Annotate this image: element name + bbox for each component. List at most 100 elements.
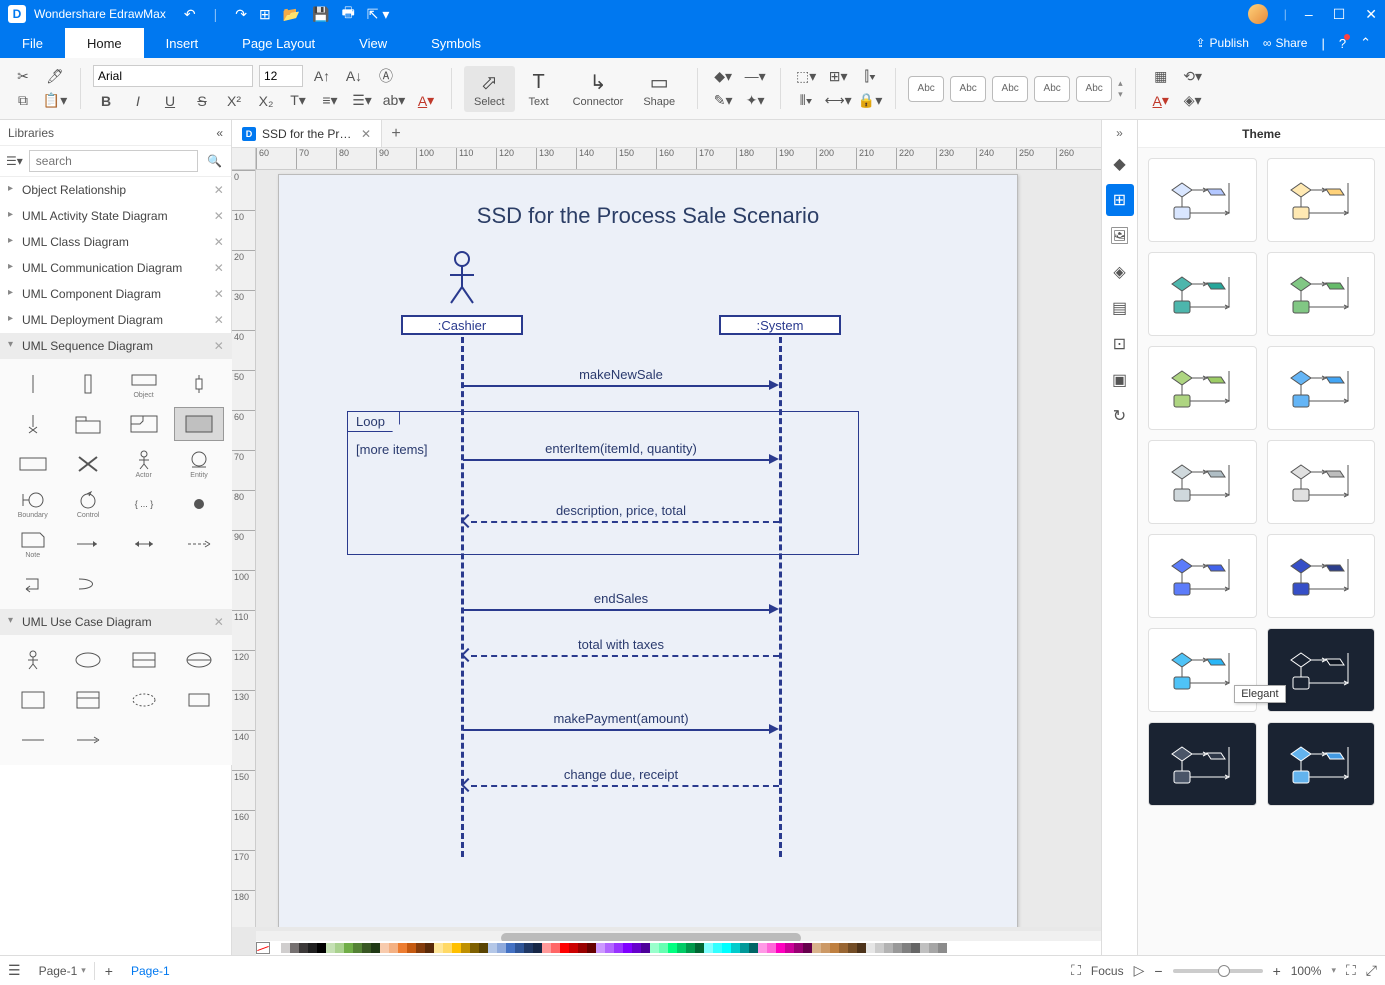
color-swatch[interactable] — [434, 943, 443, 953]
shape-x[interactable] — [63, 447, 112, 481]
shape-self-msg[interactable] — [8, 567, 57, 601]
color-swatch[interactable] — [371, 943, 380, 953]
bold-icon[interactable]: B — [93, 89, 119, 113]
no-fill-swatch[interactable] — [256, 942, 270, 954]
close-icon[interactable]: ✕ — [214, 287, 224, 301]
color-swatch[interactable] — [308, 943, 317, 953]
help-icon[interactable]: ? — [1339, 36, 1346, 51]
shape-fragment[interactable] — [174, 407, 223, 441]
color-swatch[interactable] — [731, 943, 740, 953]
color-swatch[interactable] — [812, 943, 821, 953]
color-swatch[interactable] — [389, 943, 398, 953]
color-swatch[interactable] — [623, 943, 632, 953]
color-swatch[interactable] — [749, 943, 758, 953]
color-swatch[interactable] — [596, 943, 605, 953]
uc-boundary[interactable] — [174, 643, 223, 677]
color-swatch[interactable] — [272, 943, 281, 953]
color-swatch[interactable] — [335, 943, 344, 953]
color-swatch[interactable] — [902, 943, 911, 953]
presentation-icon[interactable]: ▷ — [1134, 962, 1145, 979]
shape-return[interactable] — [63, 567, 112, 601]
select-tool[interactable]: ⬀Select — [464, 66, 515, 112]
clear-format-icon[interactable]: Ⓐ — [373, 64, 399, 88]
theme-card[interactable] — [1148, 252, 1257, 336]
close-icon[interactable]: ✕ — [214, 313, 224, 327]
theme-card[interactable] — [1148, 346, 1257, 430]
color-swatch[interactable] — [821, 943, 830, 953]
close-icon[interactable]: ✕ — [214, 261, 224, 275]
uc-actor[interactable] — [8, 643, 57, 677]
color-swatch[interactable] — [929, 943, 938, 953]
fill-panel-icon[interactable]: ◆ — [1106, 148, 1134, 180]
fill-color-icon[interactable]: ◆▾ — [710, 64, 736, 88]
close-tab-icon[interactable]: ✕ — [361, 127, 371, 141]
align-icon[interactable]: ⫿▾ — [857, 64, 883, 88]
subscript-icon[interactable]: X₂ — [253, 89, 279, 113]
color-swatch[interactable] — [353, 943, 362, 953]
layers-panel-icon[interactable]: ◈ — [1106, 256, 1134, 288]
shape-lifeline[interactable] — [8, 367, 57, 401]
shadow-icon[interactable]: ✦▾ — [742, 89, 768, 113]
theme-card[interactable] — [1148, 440, 1257, 524]
color-swatch[interactable] — [875, 943, 884, 953]
bullet-list-icon[interactable]: ☰▾ — [349, 89, 375, 113]
color-swatch[interactable] — [416, 943, 425, 953]
color-swatch[interactable] — [551, 943, 560, 953]
tab-view[interactable]: View — [337, 28, 409, 58]
window-close-icon[interactable]: ✕ — [1365, 6, 1377, 23]
line-spacing-icon[interactable]: ≡▾ — [317, 89, 343, 113]
window-maximize-icon[interactable]: ☐ — [1333, 6, 1346, 23]
text-align-icon[interactable]: T▾ — [285, 89, 311, 113]
tab-file[interactable]: File — [0, 28, 65, 58]
lib-section-object-relationship[interactable]: ▸Object Relationship✕ — [0, 177, 232, 203]
open-icon[interactable]: 📂 — [283, 6, 300, 23]
color-swatch[interactable] — [542, 943, 551, 953]
style-preset-1[interactable]: Abc — [908, 76, 944, 102]
color-swatch[interactable] — [479, 943, 488, 953]
color-swatch[interactable] — [290, 943, 299, 953]
format-painter-icon[interactable]: 🖊 — [42, 64, 68, 88]
page[interactable]: SSD for the Process Sale Scenario :Cashi… — [278, 174, 1018, 927]
strike-icon[interactable]: S — [189, 89, 215, 113]
font-color-icon[interactable]: A▾ — [413, 89, 439, 113]
shape-arrow-right[interactable] — [63, 527, 112, 561]
color-swatch[interactable] — [506, 943, 515, 953]
color-swatch[interactable] — [470, 943, 479, 953]
close-icon[interactable]: ✕ — [214, 183, 224, 197]
redo-icon[interactable]: ↷ — [235, 6, 247, 23]
increase-font-icon[interactable]: A↑ — [309, 64, 335, 88]
more-options-icon[interactable]: ◈▾ — [1180, 89, 1206, 113]
close-icon[interactable]: ✕ — [214, 235, 224, 249]
color-swatch[interactable] — [578, 943, 587, 953]
theme-card[interactable] — [1267, 252, 1376, 336]
color-swatch[interactable] — [650, 943, 659, 953]
lib-section-sequence[interactable]: ▾UML Sequence Diagram✕ — [0, 333, 232, 359]
theme-card[interactable] — [1267, 440, 1376, 524]
color-swatch[interactable] — [938, 943, 947, 953]
color-swatch[interactable] — [686, 943, 695, 953]
color-swatch[interactable] — [326, 943, 335, 953]
uc-interface[interactable] — [63, 683, 112, 717]
color-swatch[interactable] — [893, 943, 902, 953]
window-minimize-icon[interactable]: – — [1305, 6, 1313, 23]
library-search-input[interactable] — [29, 150, 198, 172]
shape-note[interactable]: Note — [8, 527, 57, 561]
text-tool[interactable]: TText — [515, 66, 563, 112]
tab-home[interactable]: Home — [65, 28, 144, 58]
line-color-icon[interactable]: ✎▾ — [710, 89, 736, 113]
shape-dot[interactable] — [174, 487, 223, 521]
lifeline-cashier-head[interactable]: :Cashier — [401, 315, 523, 335]
style-preset-2[interactable]: Abc — [950, 76, 986, 102]
style-preset-5[interactable]: Abc — [1076, 76, 1112, 102]
color-swatch[interactable] — [587, 943, 596, 953]
arrange-icon[interactable]: ⬚▾ — [793, 64, 819, 88]
uc-usecase[interactable] — [63, 643, 112, 677]
library-menu-icon[interactable]: ☰▾ — [6, 154, 23, 168]
theme-card[interactable] — [1148, 534, 1257, 618]
color-swatch[interactable] — [317, 943, 326, 953]
shape-package[interactable] — [63, 407, 112, 441]
image-panel-icon[interactable]: 🖼 — [1106, 220, 1134, 252]
shape-tool[interactable]: ▭Shape — [633, 66, 685, 112]
color-swatch[interactable] — [857, 943, 866, 953]
lib-section-activity-state[interactable]: ▸UML Activity State Diagram✕ — [0, 203, 232, 229]
